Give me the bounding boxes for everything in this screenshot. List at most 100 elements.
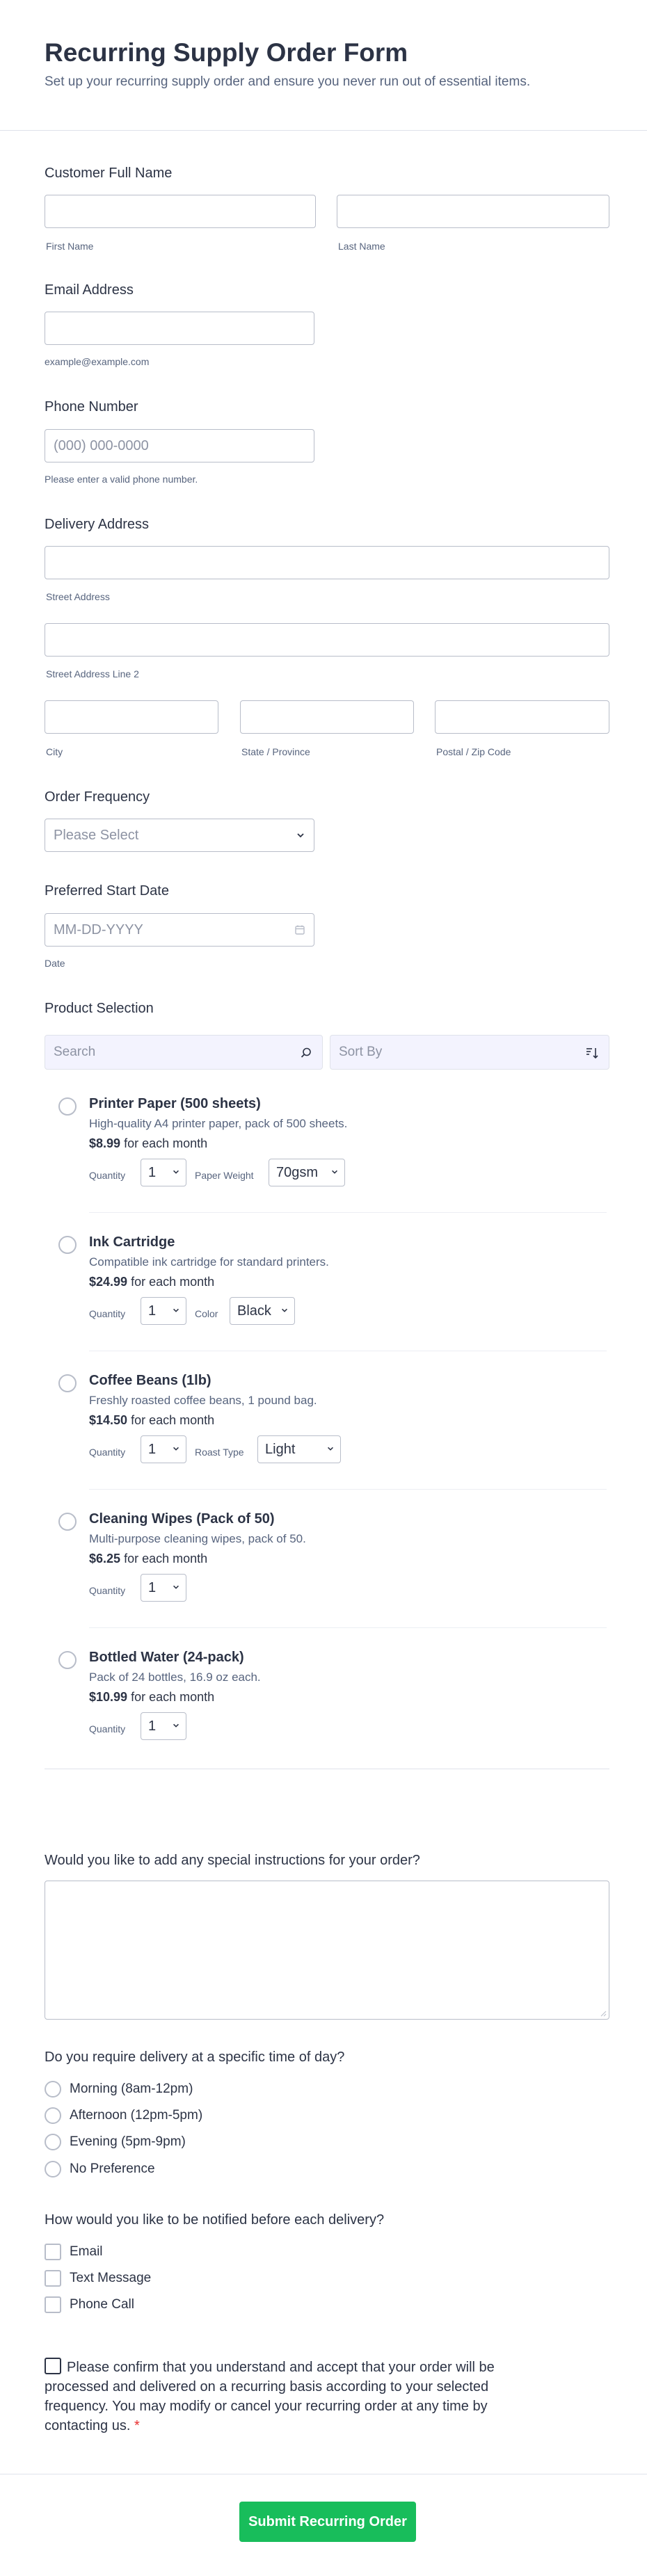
instructions-label: Would you like to add any special instru… <box>45 1853 420 1868</box>
checkbox[interactable] <box>45 2270 61 2287</box>
state-input[interactable] <box>240 700 414 734</box>
chevron-down-icon <box>173 1308 179 1312</box>
delivery-time-option[interactable]: No Preference <box>45 2159 155 2179</box>
product-description: Compatible ink cartridge for standard pr… <box>89 1255 329 1269</box>
product-item[interactable]: Cleaning Wipes (Pack of 50) Multi-purpos… <box>45 1499 609 1638</box>
delivery-time-option[interactable]: Afternoon (12pm-5pm) <box>45 2106 202 2125</box>
product-sort-select[interactable]: Sort By <box>330 1035 609 1070</box>
quantity-label: Quantity <box>89 1308 126 1319</box>
form-header: Recurring Supply Order Form Set up your … <box>0 0 647 131</box>
quantity-label: Quantity <box>89 1585 126 1596</box>
product-description: Multi-purpose cleaning wipes, pack of 50… <box>89 1532 306 1545</box>
delivery-time-option[interactable]: Evening (5pm-9pm) <box>45 2132 186 2152</box>
paper-weight-select[interactable]: 70gsm <box>269 1159 345 1186</box>
zip-input[interactable] <box>435 700 609 734</box>
street-input[interactable] <box>45 546 609 579</box>
notify-option[interactable]: Phone Call <box>45 2295 134 2315</box>
frequency-placeholder: Please Select <box>54 828 139 843</box>
frequency-select[interactable]: Please Select <box>45 819 314 852</box>
phone-hint: Please enter a valid phone number. <box>45 474 198 485</box>
radio-button[interactable] <box>45 2134 61 2150</box>
radio-button[interactable] <box>45 2081 61 2098</box>
quantity-label: Quantity <box>89 1170 126 1181</box>
checkbox[interactable] <box>45 2244 61 2260</box>
consent-checkbox[interactable] <box>45 2358 61 2374</box>
products-label: Product Selection <box>45 1001 154 1016</box>
start-date-label: Preferred Start Date <box>45 883 169 899</box>
instructions-textarea[interactable] <box>45 1881 609 2020</box>
product-item[interactable]: Printer Paper (500 sheets) High-quality … <box>45 1084 609 1223</box>
product-divider <box>89 1489 607 1490</box>
product-name: Printer Paper (500 sheets) <box>89 1096 261 1111</box>
chevron-down-icon <box>328 1447 333 1451</box>
roast-type-select[interactable]: Light <box>257 1435 341 1463</box>
street2-input[interactable] <box>45 623 609 657</box>
radio-button[interactable] <box>45 2161 61 2177</box>
product-radio[interactable] <box>58 1513 77 1531</box>
product-price: $6.25 for each month <box>89 1552 208 1565</box>
start-date-input[interactable]: MM-DD-YYYY <box>45 913 314 947</box>
delivery-time-label: Do you require delivery at a specific ti… <box>45 2050 345 2065</box>
city-input[interactable] <box>45 700 218 734</box>
chevron-down-icon <box>173 1447 179 1451</box>
first-name-sublabel: First Name <box>46 241 94 252</box>
product-item[interactable]: Bottled Water (24-pack) Pack of 24 bottl… <box>45 1637 609 1776</box>
product-radio[interactable] <box>58 1097 77 1116</box>
product-description: High-quality A4 printer paper, pack of 5… <box>89 1117 348 1130</box>
notify-option[interactable]: Text Message <box>45 2269 151 2288</box>
street2-sublabel: Street Address Line 2 <box>46 668 139 679</box>
chevron-down-icon <box>332 1170 337 1174</box>
chevron-down-icon <box>297 833 304 838</box>
product-sort-placeholder: Sort By <box>339 1045 383 1059</box>
product-radio[interactable] <box>58 1236 77 1254</box>
chevron-down-icon <box>173 1170 179 1174</box>
product-search-input[interactable]: Search <box>45 1035 323 1070</box>
form-subtitle: Set up your recurring supply order and e… <box>45 74 531 89</box>
product-item[interactable]: Coffee Beans (1lb) Freshly roasted coffe… <box>45 1360 609 1499</box>
required-mark: * <box>134 2418 140 2433</box>
product-radio[interactable] <box>58 1651 77 1669</box>
quantity-select[interactable]: 1 <box>141 1574 186 1602</box>
frequency-label: Order Frequency <box>45 789 150 805</box>
product-price: $24.99 for each month <box>89 1275 215 1289</box>
consent-field: Please confirm that you understand and a… <box>45 2358 545 2436</box>
product-price: $14.50 for each month <box>89 1413 215 1427</box>
product-name: Ink Cartridge <box>89 1234 175 1250</box>
email-input[interactable] <box>45 312 314 345</box>
quantity-label: Quantity <box>89 1723 126 1734</box>
delivery-time-option[interactable]: Morning (8am-12pm) <box>45 2079 193 2099</box>
email-label: Email Address <box>45 282 134 298</box>
start-date-placeholder: MM-DD-YYYY <box>54 922 143 937</box>
paper-weight-label: Paper Weight <box>195 1170 254 1181</box>
quantity-select[interactable]: 1 <box>141 1159 186 1186</box>
last-name-sublabel: Last Name <box>338 241 385 252</box>
submit-button[interactable]: Submit Recurring Order <box>239 2502 416 2542</box>
color-label: Color <box>195 1308 218 1319</box>
phone-input[interactable]: (000) 000-0000 <box>45 429 314 462</box>
product-name: Cleaning Wipes (Pack of 50) <box>89 1511 275 1527</box>
calendar-icon[interactable] <box>294 924 305 935</box>
radio-button[interactable] <box>45 2107 61 2124</box>
search-icon <box>301 1047 311 1058</box>
product-item[interactable]: Ink Cartridge Compatible ink cartridge f… <box>45 1222 609 1361</box>
quantity-select[interactable]: 1 <box>141 1297 186 1325</box>
state-sublabel: State / Province <box>241 746 310 757</box>
notify-option[interactable]: Email <box>45 2242 103 2262</box>
color-select[interactable]: Black <box>230 1297 295 1325</box>
quantity-select[interactable]: 1 <box>141 1712 186 1740</box>
quantity-select[interactable]: 1 <box>141 1435 186 1463</box>
product-divider <box>89 1627 607 1628</box>
product-description: Freshly roasted coffee beans, 1 pound ba… <box>89 1394 317 1407</box>
last-name-input[interactable] <box>337 195 609 228</box>
product-price: $10.99 for each month <box>89 1690 215 1704</box>
product-description: Pack of 24 bottles, 16.9 oz each. <box>89 1671 261 1684</box>
zip-sublabel: Postal / Zip Code <box>436 746 511 757</box>
product-radio[interactable] <box>58 1374 77 1392</box>
first-name-input[interactable] <box>45 195 316 228</box>
chevron-down-icon <box>282 1308 287 1312</box>
resize-handle-icon[interactable] <box>600 2010 607 2017</box>
chevron-down-icon <box>173 1723 179 1728</box>
checkbox[interactable] <box>45 2296 61 2313</box>
street-sublabel: Street Address <box>46 591 110 602</box>
chevron-down-icon <box>173 1585 179 1589</box>
